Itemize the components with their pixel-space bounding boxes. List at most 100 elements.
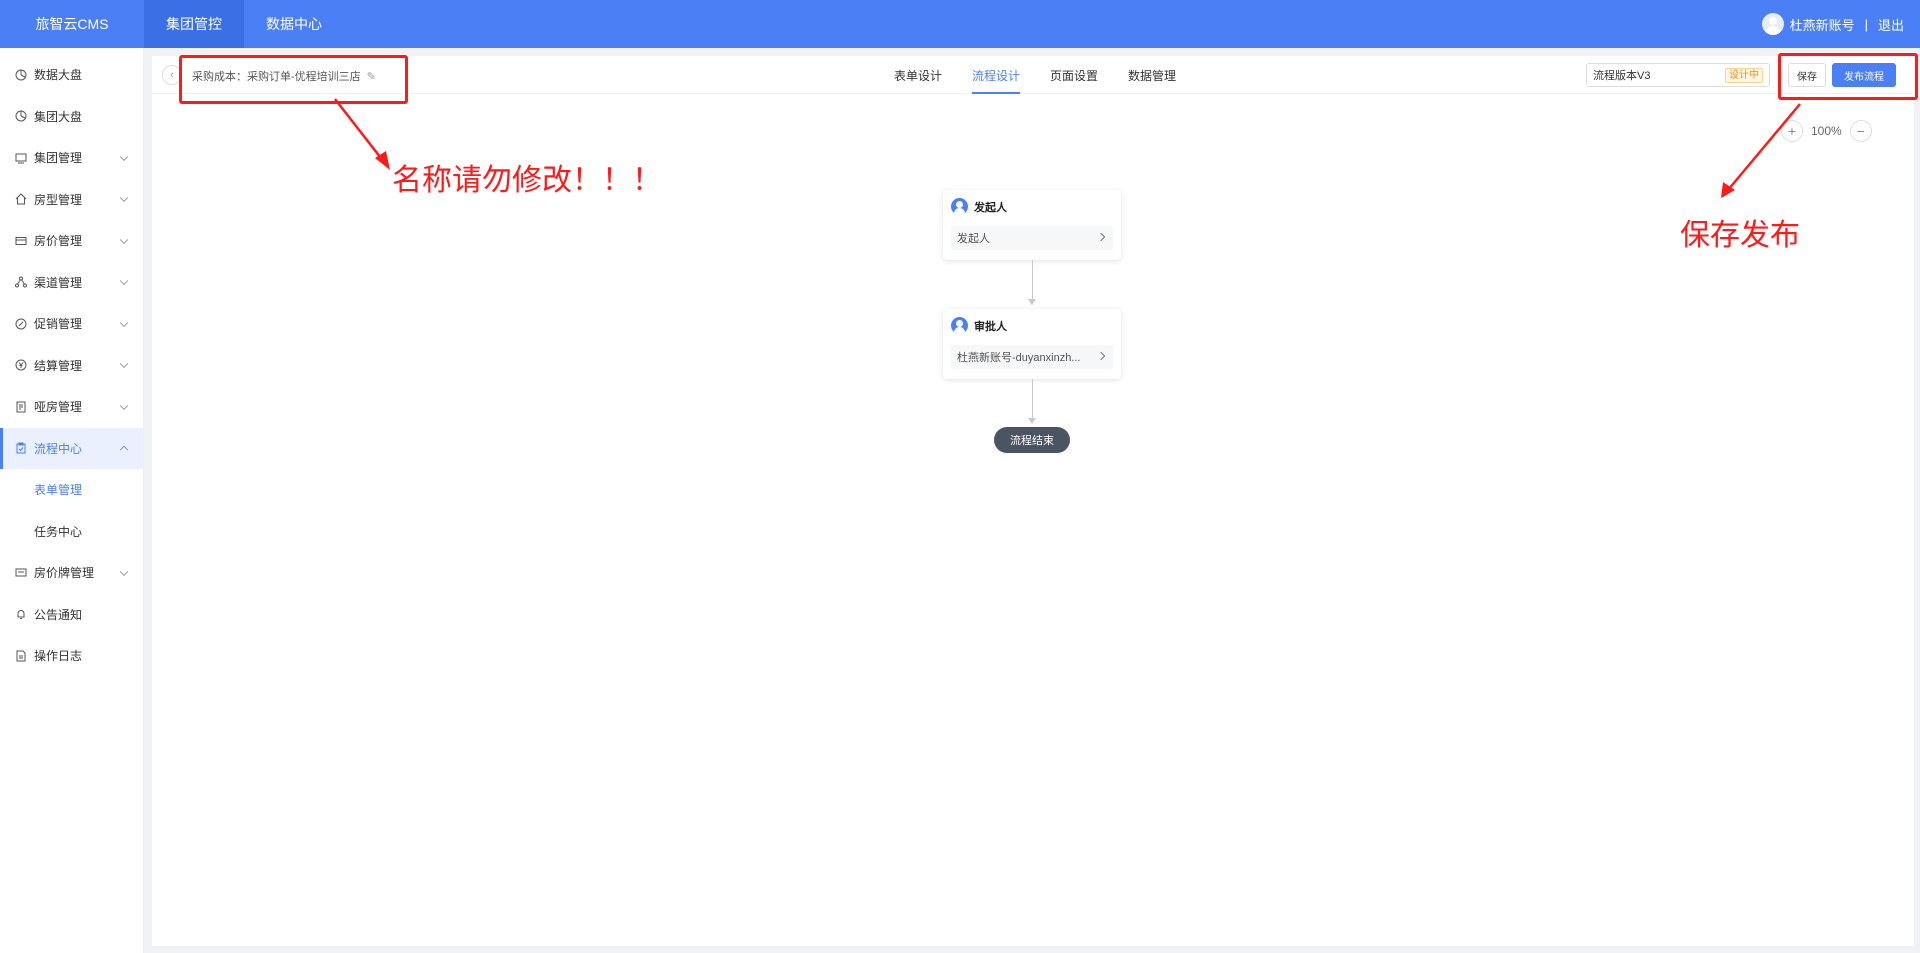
user-icon	[951, 317, 968, 334]
flow-connector	[1032, 379, 1033, 422]
arrow-down-icon	[1028, 299, 1036, 305]
node-title: 审批人	[974, 320, 1007, 333]
app-title[interactable]: 旅智云CMS	[0, 14, 144, 34]
flow-end-node[interactable]: 流程结束	[994, 427, 1070, 453]
sidebar-item-label: 集团大盘	[34, 109, 83, 124]
sidebar-item-group-management[interactable]: 集团管理	[0, 137, 143, 179]
sidebar-item-channel[interactable]: 渠道管理	[0, 262, 143, 304]
sidebar-item-label: 公告通知	[34, 607, 83, 622]
sidebar-item-label: 流程中心	[34, 441, 83, 456]
sidebar-item-price-board[interactable]: 房价牌管理	[0, 552, 143, 594]
sidebar-item-label: 数据大盘	[34, 68, 83, 83]
sidebar-item-announcement[interactable]: 公告通知	[0, 594, 143, 636]
sidebar-item-operation-log[interactable]: 操作日志	[0, 635, 143, 677]
sidebar-item-label: 房价管理	[34, 234, 83, 249]
clipboard-icon	[14, 441, 28, 455]
chart-icon	[14, 109, 28, 123]
chevron-down-icon	[119, 276, 129, 286]
promo-icon	[14, 317, 28, 331]
tab-data-management[interactable]: 数据管理	[1128, 56, 1176, 94]
node-header: 审批人	[951, 317, 1007, 334]
avatar[interactable]	[1761, 13, 1784, 35]
node-content-text: 杜燕新账号-duyanxinzh...	[957, 352, 1081, 364]
chevron-left-icon: ‹	[170, 69, 174, 81]
chevron-down-icon	[119, 401, 129, 410]
designer-tabs: 表单设计 流程设计 页面设置 数据管理	[894, 56, 1176, 94]
status-badge: 设计中	[1725, 68, 1763, 83]
sidebar-item-room-price[interactable]: 房价管理	[0, 220, 143, 262]
sidebar-item-label: 表单管理	[34, 483, 83, 498]
sidebar-item-task-center[interactable]: 任务中心	[0, 511, 143, 553]
chevron-up-icon	[119, 445, 129, 455]
annotation-name-warning: 名称请勿修改！！！	[392, 163, 662, 198]
arrow-down-icon	[1028, 418, 1036, 424]
doc-icon	[14, 400, 28, 414]
tab-form-design[interactable]: 表单设计	[894, 56, 942, 94]
chevron-down-icon	[119, 152, 129, 161]
annotation-box-buttons	[1778, 53, 1918, 100]
bell-icon	[14, 607, 28, 621]
user-name[interactable]: 杜燕新账号	[1790, 15, 1855, 34]
chevron-right-icon	[1096, 351, 1106, 361]
top-nav: 集团管控 数据中心	[144, 0, 344, 48]
user-icon	[951, 198, 968, 215]
chevron-down-icon	[119, 567, 129, 576]
zoom-controls: + 100% −	[1781, 120, 1872, 142]
sidebar-item-data-dashboard[interactable]: 数据大盘	[0, 54, 143, 96]
chart-icon	[14, 68, 28, 82]
sidebar-item-settlement[interactable]: 结算管理	[0, 345, 143, 387]
node-title: 发起人	[974, 201, 1007, 214]
sidebar-item-label: 集团管理	[34, 151, 83, 166]
chevron-down-icon	[119, 359, 129, 369]
sidebar-item-form-management[interactable]: 表单管理	[0, 469, 143, 511]
group-icon	[14, 151, 28, 165]
annotation-save-publish: 保存发布	[1680, 218, 1800, 253]
sidebar-item-dummy-room[interactable]: 哑房管理	[0, 386, 143, 428]
sidebar-item-label: 房价牌管理	[34, 566, 95, 581]
topnav-item-group-control[interactable]: 集团管控	[144, 0, 244, 48]
top-bar: 旅智云CMS 集团管控 数据中心 杜燕新账号 | 退出	[0, 0, 1920, 48]
flow-node-approver[interactable]: 审批人 杜燕新账号-duyanxinzh...	[943, 309, 1121, 379]
designer-header: ‹ 采购成本：采购订单-优程培训三店 ✎ 表单设计 流程设计 页面设置 数据管理…	[152, 56, 1914, 94]
sidebar-item-label: 促销管理	[34, 317, 83, 332]
zoom-level: 100%	[1811, 124, 1842, 138]
node-header: 发起人	[951, 198, 1007, 215]
zoom-out-button[interactable]: −	[1849, 120, 1872, 142]
sidebar: 数据大盘 集团大盘 集团管理 房型管理 房价管理 渠道管理 促销管理 结算管理 …	[0, 48, 144, 953]
tab-page-settings[interactable]: 页面设置	[1050, 56, 1098, 94]
annotation-box-name	[179, 55, 408, 104]
sidebar-item-room-type[interactable]: 房型管理	[0, 179, 143, 221]
chevron-down-icon	[119, 318, 129, 327]
card-icon	[14, 234, 28, 248]
sidebar-item-promotion[interactable]: 促销管理	[0, 303, 143, 345]
flow-node-initiator[interactable]: 发起人 发起人	[943, 190, 1121, 260]
sidebar-item-label: 房型管理	[34, 192, 83, 207]
user-area: 杜燕新账号 | 退出	[1761, 0, 1904, 48]
chevron-down-icon	[119, 235, 129, 244]
channel-icon	[14, 275, 28, 289]
chevron-down-icon	[119, 193, 129, 203]
version-select[interactable]: 流程版本V3 设计中	[1586, 63, 1770, 87]
user-separator: |	[1864, 16, 1868, 32]
chevron-right-icon	[1096, 232, 1106, 242]
node-content[interactable]: 发起人	[951, 226, 1113, 250]
sidebar-item-label: 任务中心	[34, 524, 83, 539]
node-content[interactable]: 杜燕新账号-duyanxinzh...	[951, 345, 1113, 369]
tab-process-design[interactable]: 流程设计	[972, 56, 1021, 94]
sidebar-item-label: 操作日志	[34, 649, 83, 664]
sidebar-item-label: 哑房管理	[34, 400, 83, 415]
sidebar-item-process-center[interactable]: 流程中心	[0, 427, 143, 469]
node-content-text: 发起人	[957, 233, 990, 245]
logout-link[interactable]: 退出	[1878, 15, 1904, 34]
home-icon	[14, 192, 28, 206]
board-icon	[14, 566, 28, 580]
yen-icon	[14, 358, 28, 372]
sidebar-item-label: 渠道管理	[34, 275, 83, 290]
sidebar-item-group-dashboard[interactable]: 集团大盘	[0, 96, 143, 138]
flow-connector	[1032, 260, 1033, 303]
log-icon	[14, 649, 28, 663]
zoom-in-button[interactable]: +	[1781, 120, 1803, 142]
sidebar-item-label: 结算管理	[34, 358, 83, 373]
topnav-item-data-center[interactable]: 数据中心	[244, 0, 344, 48]
version-value: 流程版本V3	[1593, 70, 1651, 82]
